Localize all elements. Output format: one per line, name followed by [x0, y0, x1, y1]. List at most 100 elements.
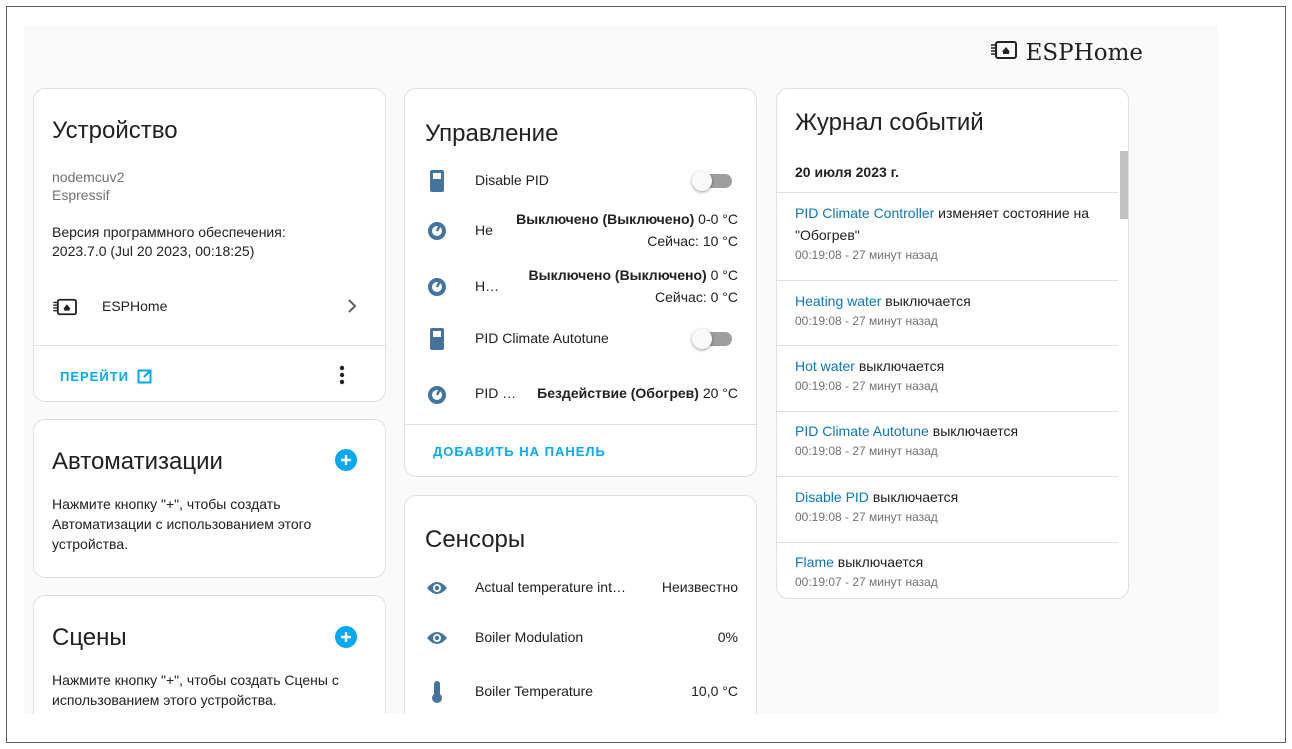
log-entry: PID Climate Controller изменяет состояни…	[795, 202, 1106, 264]
automations-title: Автоматизации	[52, 448, 223, 475]
entity-state: Выключено (Выключено) 0 °C	[529, 267, 738, 283]
log-entry: Hot water выключается 00:19:08 - 27 мину…	[795, 355, 1106, 395]
automations-card: Автоматизации Нажмите кнопку "+", чтобы …	[33, 419, 386, 578]
thermostat-icon	[425, 383, 449, 407]
climate-state: Бездействие (Обогрев)	[537, 385, 699, 401]
log-entity-link[interactable]: Heating water	[795, 293, 881, 309]
log-action: выключается	[885, 293, 971, 309]
visit-label: ПЕРЕЙТИ	[60, 369, 129, 384]
autotune-toggle[interactable]	[692, 329, 732, 349]
entity-current: Сейчас: 10 °C	[647, 233, 738, 249]
add-to-dashboard-button[interactable]: ДОБАВИТЬ НА ПАНЕЛЬ	[433, 444, 606, 459]
thermostat-icon	[425, 275, 449, 299]
log-action: выключается	[932, 423, 1019, 439]
device-model: nodemcuv2	[52, 169, 125, 185]
firmware-version: 2023.7.0 (Jul 20 2023, 00:18:25)	[52, 243, 255, 259]
thermostat-icon	[425, 219, 449, 243]
entity-current: Сейчас: 0 °C	[655, 289, 738, 305]
log-divider	[777, 411, 1118, 412]
add-automation-button[interactable]	[335, 449, 357, 471]
log-entity-link[interactable]: PID Climate Autotune	[795, 423, 929, 439]
window-frame: ESPHome Устройство nodemcuv2 Espressif В…	[6, 6, 1286, 743]
climate-target: 0 °C	[710, 267, 738, 283]
plus-icon	[340, 631, 352, 643]
logbook-title: Журнал событий	[795, 109, 984, 136]
scenes-description: Нажмите кнопку "+", чтобы создать Сцены …	[52, 672, 339, 708]
log-divider	[777, 542, 1118, 543]
device-card-title: Устройство	[52, 117, 178, 144]
entity-state: Бездействие (Обогрев) 20 °C	[537, 385, 738, 401]
log-entity-link[interactable]: Hot water	[795, 358, 855, 374]
thermometer-icon	[425, 680, 449, 704]
log-time: 00:19:08 - 27 минут назад	[795, 379, 938, 393]
sensor-value: 10,0 °C	[691, 683, 738, 699]
device-info-card: Устройство nodemcuv2 Espressif Версия пр…	[33, 88, 386, 402]
log-divider	[777, 345, 1118, 346]
switch-icon	[425, 327, 449, 351]
controls-divider	[405, 424, 756, 425]
entity-name: Не	[475, 222, 493, 238]
log-time: 00:19:07 - 27 минут назад	[795, 575, 938, 589]
sensor-name: Boiler Modulation	[475, 629, 584, 645]
log-action: выключается	[858, 358, 945, 374]
plus-icon	[340, 454, 352, 466]
log-action: выключается	[872, 489, 959, 505]
climate-state: Выключено (Выключено)	[516, 211, 695, 227]
brand-name: ESPHome	[1025, 40, 1143, 66]
firmware-label: Версия программного обеспечения:	[52, 224, 286, 240]
log-time: 00:19:08 - 27 минут назад	[795, 248, 938, 262]
entity-row-disable-pid[interactable]: Disable PID	[405, 167, 756, 195]
visit-button[interactable]: ПЕРЕЙТИ	[60, 369, 152, 384]
sensor-value: Неизвестно	[661, 579, 738, 595]
log-entry: Heating water выключается 00:19:08 - 27 …	[795, 290, 1106, 330]
log-divider	[777, 280, 1118, 281]
logbook-card: Журнал событий 20 июля 2023 г. PID Clima…	[776, 88, 1129, 599]
entity-row-climate-1[interactable]: Не Выключено (Выключено) 0-0 °C Сейчас: …	[405, 209, 756, 253]
sensor-row[interactable]: Boiler Temperature 10,0 °C	[405, 678, 756, 706]
automations-description: Нажмите кнопку "+", чтобы создать Автома…	[52, 496, 312, 552]
entity-name: Н…	[475, 278, 500, 294]
entity-name: PID Climate Autotune	[475, 330, 609, 346]
device-card-divider	[34, 345, 385, 346]
integration-link[interactable]: ESPHome	[34, 295, 385, 319]
device-manufacturer: Espressif	[52, 187, 110, 203]
sensor-row[interactable]: Boiler Modulation 0%	[405, 624, 756, 652]
logbook-scrollbar[interactable]	[1120, 151, 1128, 219]
entity-state: Выключено (Выключено) 0-0 °C	[516, 211, 738, 227]
more-options-icon[interactable]	[339, 365, 345, 385]
switch-icon	[425, 169, 449, 193]
log-entry: Flame выключается 00:19:07 - 27 минут на…	[795, 551, 1106, 591]
controls-title: Управление	[425, 120, 559, 147]
climate-target: 20 °C	[702, 385, 738, 401]
sensor-value: 0%	[717, 629, 738, 645]
sensor-row[interactable]: Actual temperature int… Неизвестно	[405, 574, 756, 602]
climate-target: 0-0 °C	[698, 211, 738, 227]
entity-row-climate-3[interactable]: PID … Бездействие (Обогрев) 20 °C	[405, 379, 756, 407]
log-entity-link[interactable]: Flame	[795, 554, 834, 570]
entity-row-autotune[interactable]: PID Climate Autotune	[405, 325, 756, 353]
entity-row-climate-2[interactable]: Н… Выключено (Выключено) 0 °C Сейчас: 0 …	[405, 265, 756, 309]
climate-state: Выключено (Выключено)	[528, 267, 707, 283]
log-entry: PID Climate Autotune выключается 00:19:0…	[795, 420, 1106, 460]
scenes-title: Сцены	[52, 624, 127, 651]
log-entity-link[interactable]: Disable PID	[795, 489, 869, 505]
disable-pid-toggle[interactable]	[692, 171, 732, 191]
esphome-chip-icon	[52, 297, 80, 322]
entity-name: Disable PID	[475, 172, 549, 188]
log-time: 00:19:08 - 27 минут назад	[795, 314, 938, 328]
log-entry: Disable PID выключается 00:19:08 - 27 ми…	[795, 486, 1106, 526]
esphome-chip-icon	[990, 39, 1020, 67]
sensor-name: Boiler Temperature	[475, 683, 594, 699]
sensors-title: Сенсоры	[425, 526, 526, 553]
add-scene-button[interactable]	[335, 626, 357, 648]
log-entity-link[interactable]: PID Climate Controller	[795, 205, 934, 221]
device-page: ESPHome Устройство nodemcuv2 Espressif В…	[24, 25, 1219, 714]
log-time: 00:19:08 - 27 минут назад	[795, 510, 938, 524]
eye-icon	[425, 576, 449, 600]
brand-header: ESPHome	[990, 39, 1143, 67]
controls-card: Управление Disable PID Не Выключено (Вык…	[404, 88, 757, 477]
logbook-date: 20 июля 2023 г.	[795, 164, 899, 180]
open-in-new-icon	[137, 369, 152, 384]
integration-label: ESPHome	[102, 298, 168, 314]
log-divider	[777, 192, 1118, 193]
